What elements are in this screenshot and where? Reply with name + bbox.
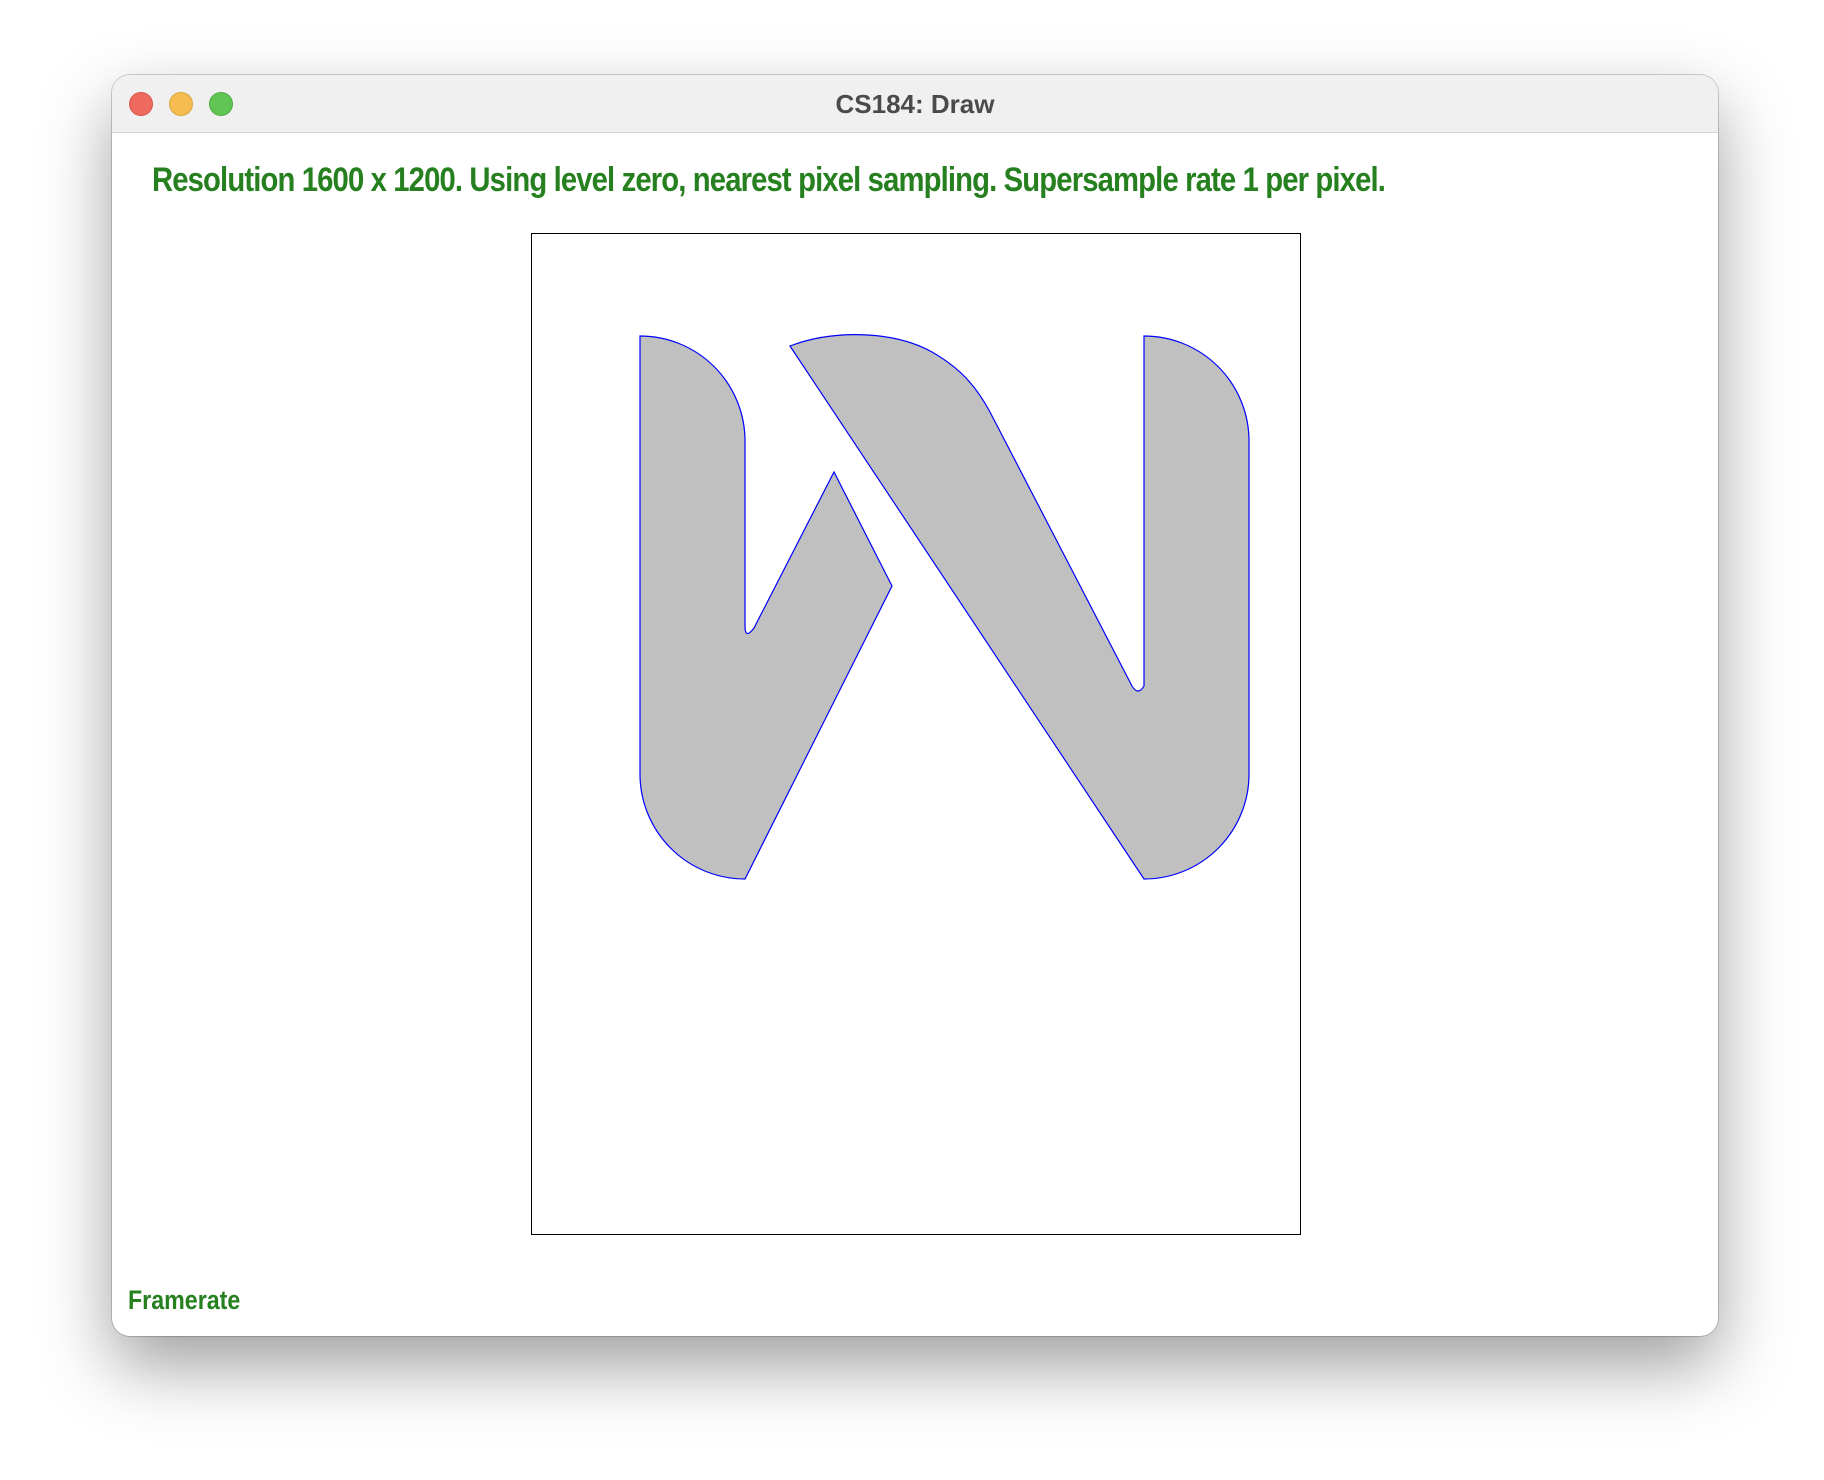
app-window: CS184: Draw Resolution 1600 x 1200. Usin…	[112, 75, 1718, 1336]
window-title: CS184: Draw	[835, 89, 995, 119]
svg-drawing	[639, 334, 1250, 880]
w-glyph	[639, 334, 1250, 880]
framerate-label: Framerate	[128, 1285, 241, 1315]
drawing-canvas[interactable]	[531, 233, 1301, 1235]
title-bar[interactable]: CS184: Draw	[112, 75, 1718, 133]
status-text: Resolution 1600 x 1200. Using level zero…	[152, 161, 1386, 199]
